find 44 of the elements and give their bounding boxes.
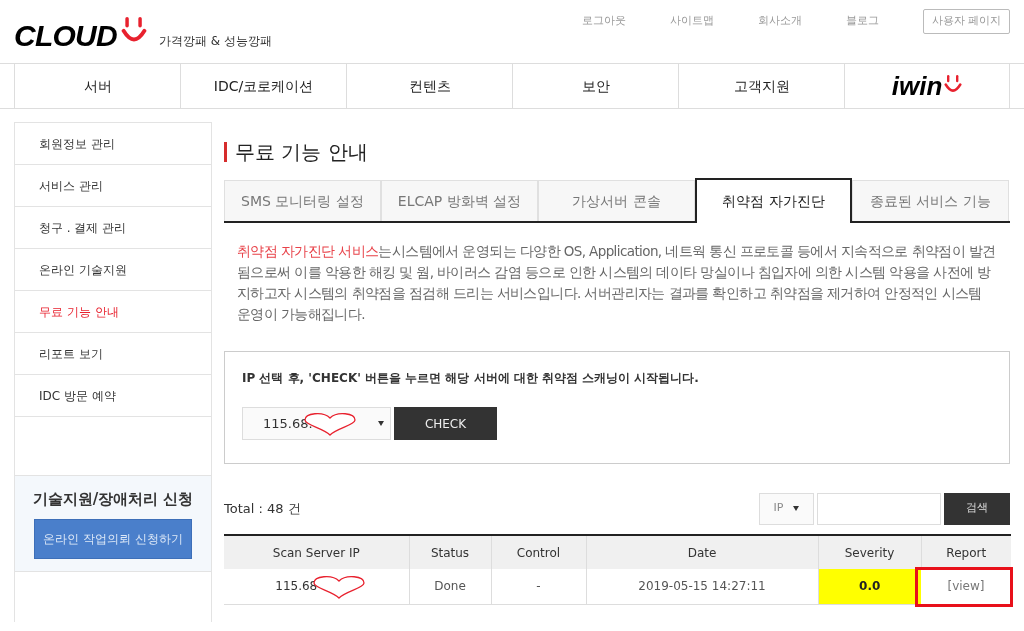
nav-item[interactable]: IDC/코로케이션 bbox=[180, 64, 346, 108]
column-header: Severity bbox=[818, 535, 921, 569]
search-field[interactable] bbox=[817, 492, 941, 525]
nav-item[interactable]: 보안 bbox=[512, 64, 678, 108]
sidebar-item[interactable]: 서비스 관리 bbox=[15, 165, 211, 207]
severity-cell: 0.0 bbox=[818, 569, 921, 604]
smile-icon bbox=[944, 73, 963, 95]
table-cell: - bbox=[491, 569, 586, 604]
partner-logo[interactable]: iwin bbox=[844, 64, 1010, 108]
tab[interactable]: 가상서버 콘솔 bbox=[538, 180, 695, 221]
column-header: Control bbox=[491, 535, 586, 569]
ip-select[interactable]: 115.68. bbox=[242, 407, 391, 440]
tab[interactable]: 종료된 서비스 기능 bbox=[852, 180, 1009, 221]
check-button[interactable]: CHECK bbox=[394, 407, 497, 440]
column-header: Scan Server IP bbox=[224, 535, 409, 569]
sidebar-item[interactable]: 온라인 기술지원 bbox=[15, 249, 211, 291]
support-title: 기술지원/장애처리 신청 bbox=[32, 489, 194, 510]
nav-item[interactable]: 고객지원 bbox=[678, 64, 844, 108]
sidebar-item[interactable]: 무료 기능 안내 bbox=[15, 291, 211, 333]
sidebar-item[interactable]: IDC 방문 예약 bbox=[15, 375, 211, 417]
table-cell: 2019-05-15 14:27:11 bbox=[586, 569, 818, 604]
sidebar-item[interactable]: 리포트 보기 bbox=[15, 333, 211, 375]
page-title: 무료 기능 안내 bbox=[235, 139, 368, 166]
view-report-link[interactable]: [view] bbox=[947, 579, 985, 594]
logo-wordmark[interactable]: CLOUD bbox=[14, 20, 117, 51]
nav-item[interactable]: 서버 bbox=[14, 64, 180, 108]
tab[interactable]: 취약점 자가진단 bbox=[695, 178, 852, 223]
column-header: Date bbox=[586, 535, 818, 569]
search-button[interactable]: 검색 bbox=[944, 492, 1010, 525]
service-description: 취약점 자가진단 서비스는시스템에서 운영되는 다양한 OS, Application, 네트웍 통신 프로토콜 등에서 지속적으로 취약점이 발견됨으로써 이를 악용한 해킹 및 웜, 바이러스 감염 등으로 인한 시스템의 데이타 망실이나 침입자에 의한 시스템 악용을 사전에 방지하고자 시스템의 취약점을 점검해 드리는 서비스입니다. 서버관리자는 결과를 확인하고 취약점을 제거하여 안정적인 시스템 운영이 가능해집니다. bbox=[236, 242, 997, 324]
search-type-dropdown[interactable]: IP bbox=[759, 492, 814, 525]
column-header: Report bbox=[921, 535, 1011, 569]
check-instruction: IP 선택 후, 'CHECK' 버튼을 누르면 해당 서버에 대한 취약점 스캐닝이 시작됩니다. bbox=[242, 370, 700, 387]
sidebar-item[interactable]: 회원정보 관리 bbox=[15, 123, 211, 165]
dropdown-caret-icon bbox=[378, 421, 384, 426]
table-cell: Done bbox=[409, 569, 491, 604]
nav-item[interactable]: 컨텐츠 bbox=[346, 64, 512, 108]
logo-tagline: 가격깡패 & 성능깡패 bbox=[158, 32, 272, 50]
tab[interactable]: ELCAP 방화벽 설정 bbox=[381, 180, 538, 221]
sidebar-item[interactable]: 청구 . 결제 관리 bbox=[15, 207, 211, 249]
dropdown-caret-icon bbox=[793, 506, 800, 511]
tab[interactable]: SMS 모니터링 설정 bbox=[224, 180, 381, 221]
column-header: Status bbox=[409, 535, 491, 569]
total-count: Total : 48 건 bbox=[224, 499, 301, 518]
